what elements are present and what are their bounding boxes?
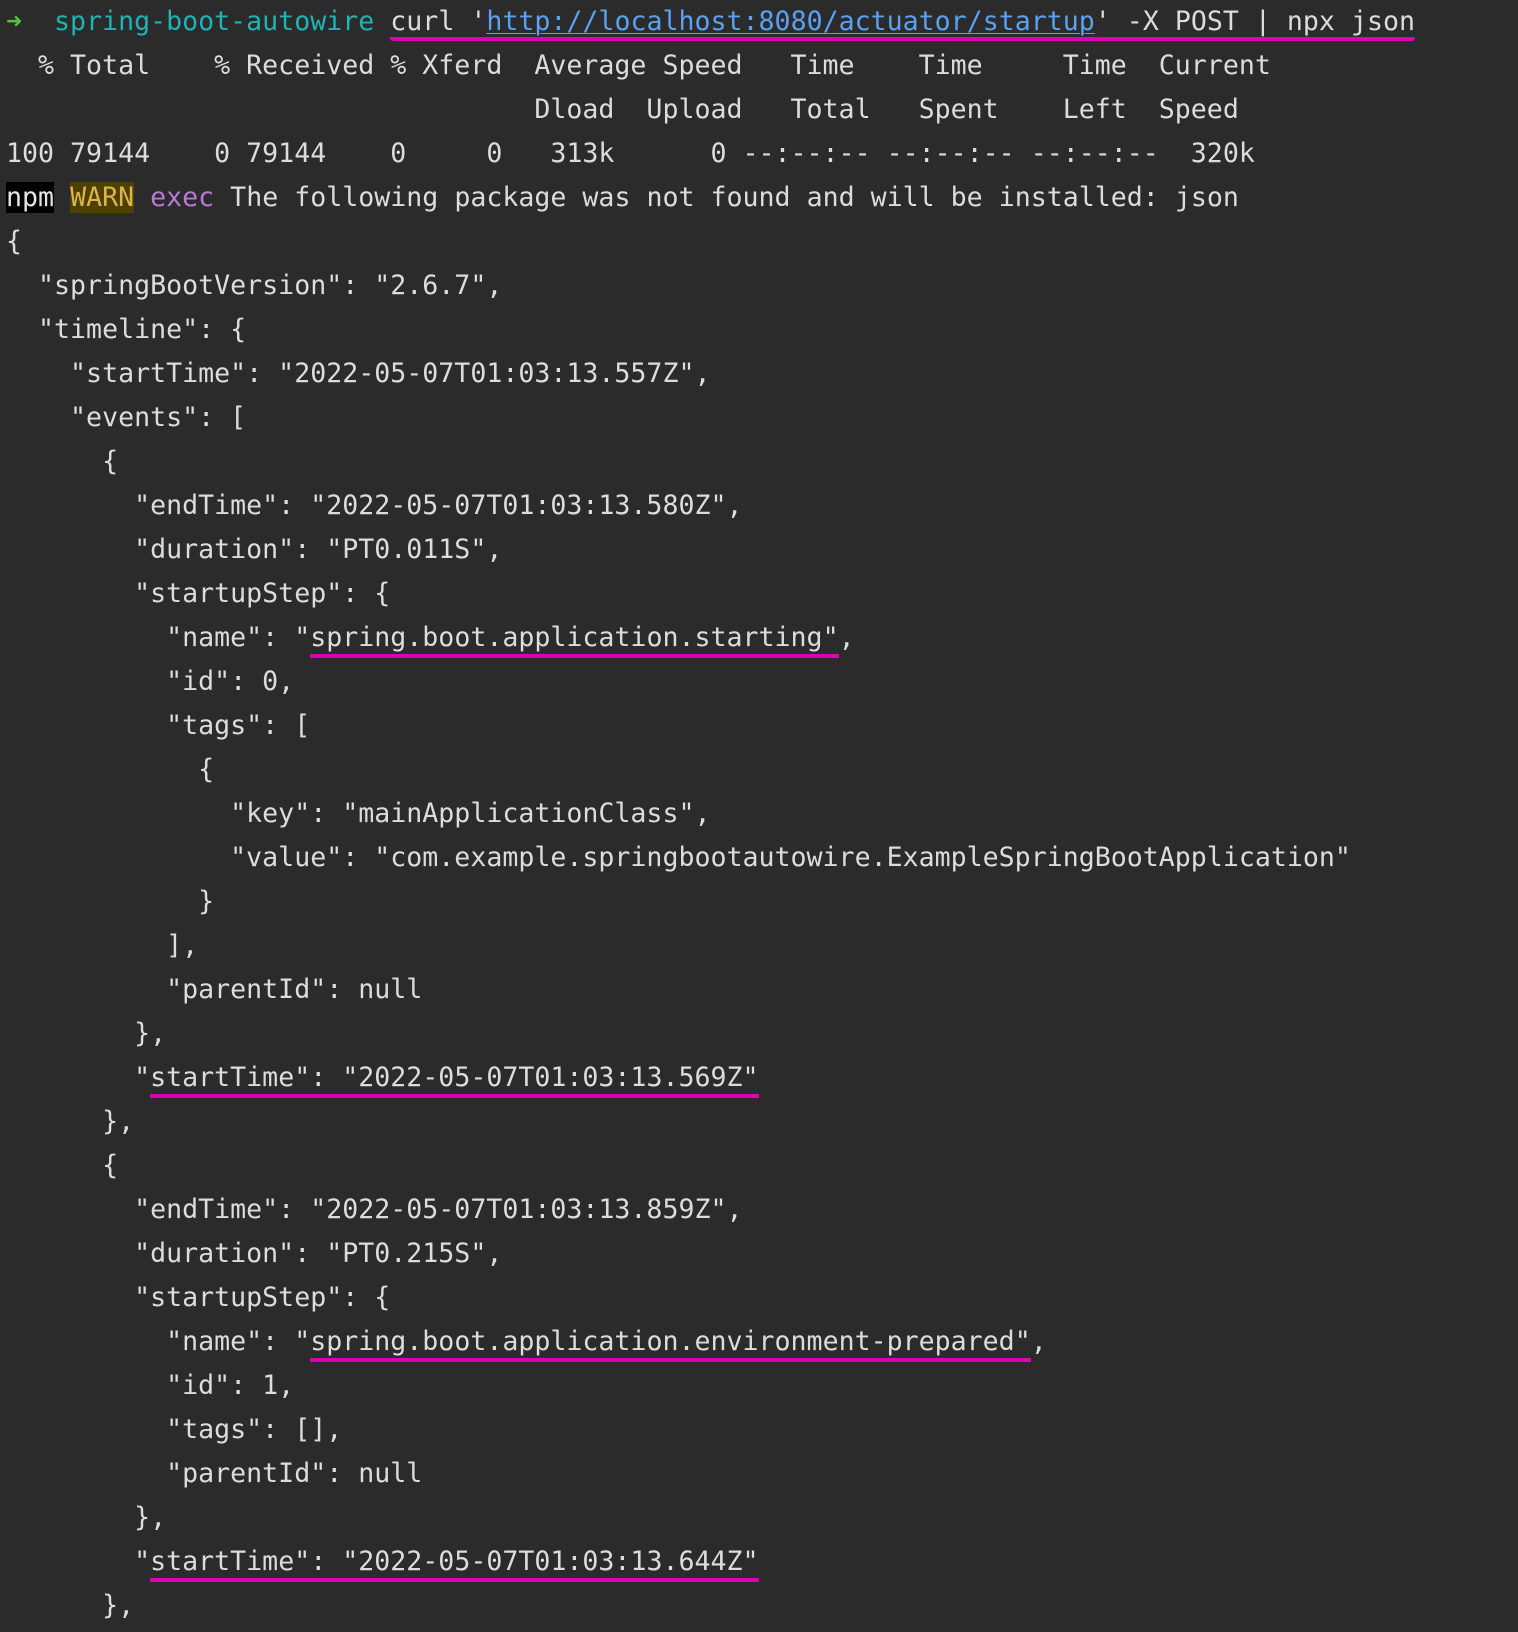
terminal-window[interactable]: ➜ spring-boot-autowire curl 'http://loca… (6, 0, 1512, 1632)
highlighted-start-time: startTime": "2022-05-07T01:03:13.569Z" (150, 1062, 759, 1098)
json-line: { (6, 754, 215, 785)
highlighted-command: curl 'http://localhost:8080/actuator/sta… (390, 6, 1415, 41)
json-line: ], (6, 930, 199, 961)
command-text-pre: curl ' (390, 6, 487, 37)
warn-badge: WARN (70, 182, 135, 213)
request-url-link[interactable]: http://localhost:8080/actuator/startup (486, 6, 1094, 37)
json-fragment: "name": " (6, 622, 311, 653)
json-line: { (6, 446, 119, 477)
curl-progress-subheader: Dload Upload Total Spent Left Speed (6, 94, 1239, 125)
json-line: "springBootVersion": "2.6.7", (6, 270, 503, 301)
exec-label: exec (150, 182, 215, 213)
json-line: "parentId": null (6, 974, 423, 1005)
npm-badge: npm (6, 182, 55, 213)
json-line: "endTime": "2022-05-07T01:03:13.859Z", (6, 1194, 743, 1225)
json-line: "duration": "PT0.011S", (6, 534, 503, 565)
json-fragment: "name": " (6, 1326, 311, 1357)
highlighted-step-name: spring.boot.application.starting" (310, 622, 839, 658)
warning-message: The following package was not found and … (214, 182, 1239, 213)
json-line: "key": "mainApplicationClass", (6, 798, 711, 829)
command-line: ➜ spring-boot-autowire curl 'http://loca… (6, 0, 1512, 44)
json-line: }, (6, 1106, 135, 1137)
json-line: "duration": "PT0.215S", (6, 1238, 503, 1269)
npm-warning-line: npm WARN exec The following package was … (6, 176, 1512, 220)
json-line: "id": 1, (6, 1370, 295, 1401)
json-line: { (6, 1150, 119, 1181)
json-line-highlighted: "name": "spring.boot.application.startin… (6, 616, 1512, 660)
json-line: { (6, 226, 23, 257)
json-fragment: " (6, 1546, 151, 1577)
json-line: "parentId": null (6, 1458, 423, 1489)
json-fragment: , (1030, 1326, 1047, 1357)
current-directory: spring-boot-autowire (54, 6, 375, 37)
json-line: }, (6, 1590, 135, 1621)
command-text-post: ' -X POST | npx json (1094, 6, 1415, 37)
json-line-highlighted: "startTime": "2022-05-07T01:03:13.569Z" (6, 1056, 1512, 1100)
json-line: "tags": [], (6, 1414, 343, 1445)
curl-progress-header: % Total % Received % Xferd Average Speed… (6, 50, 1271, 81)
json-line: } (6, 886, 215, 917)
json-line: "startTime": "2022-05-07T01:03:13.557Z", (6, 358, 711, 389)
highlighted-step-name: spring.boot.application.environment-prep… (310, 1326, 1031, 1362)
json-fragment: " (6, 1062, 151, 1093)
prompt-arrow-icon: ➜ (6, 6, 23, 37)
json-line: "tags": [ (6, 710, 311, 741)
json-line: "value": "com.example.springbootautowire… (6, 842, 1351, 873)
json-line-highlighted: "startTime": "2022-05-07T01:03:13.644Z" (6, 1540, 1512, 1584)
json-line: }, (6, 1502, 167, 1533)
json-line: "events": [ (6, 402, 247, 433)
json-line: }, (6, 1018, 167, 1049)
json-line: "id": 0, (6, 666, 295, 697)
json-line: "timeline": { (6, 314, 247, 345)
highlighted-start-time: startTime": "2022-05-07T01:03:13.644Z" (150, 1546, 759, 1582)
json-line: "startupStep": { (6, 1282, 391, 1313)
json-line: "endTime": "2022-05-07T01:03:13.580Z", (6, 490, 743, 521)
json-line-highlighted: "name": "spring.boot.application.environ… (6, 1320, 1512, 1364)
json-fragment: , (838, 622, 855, 653)
json-line: "startupStep": { (6, 578, 391, 609)
curl-progress-row: 100 79144 0 79144 0 0 313k 0 --:--:-- --… (6, 138, 1255, 169)
